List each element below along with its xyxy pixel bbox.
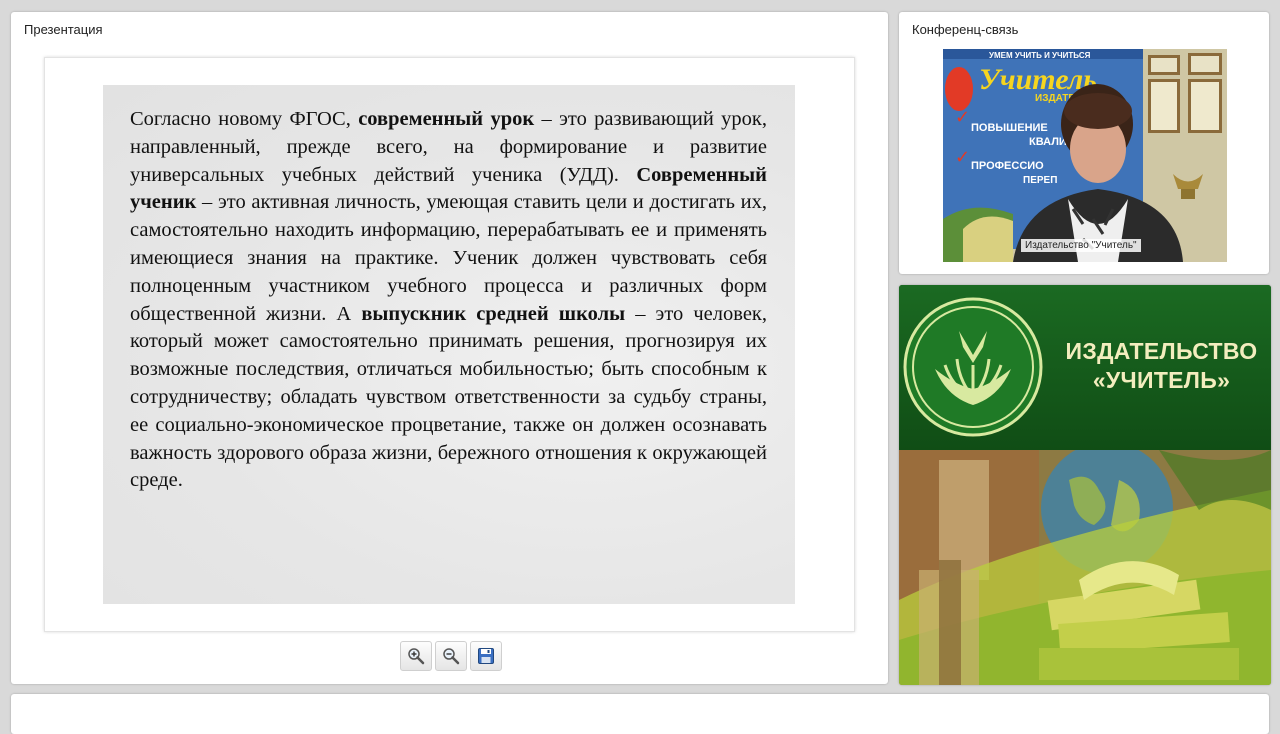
bottom-panel — [11, 694, 1269, 734]
slide-text: Согласно новому ФГОС, современный урок –… — [130, 106, 767, 495]
participant-label: Издательство "Учитель" — [1021, 239, 1141, 252]
zoom-in-icon — [408, 648, 425, 665]
slide-text-run: Согласно новому ФГОС, — [130, 108, 359, 130]
banner-header: ИЗДАТЕЛЬСТВО «УЧИТЕЛЬ» — [899, 285, 1271, 450]
svg-text:✓: ✓ — [955, 107, 970, 128]
banner-line2: «УЧИТЕЛЬ» — [1092, 367, 1231, 393]
conference-panel-title: Конференц-связь — [912, 22, 1019, 37]
publisher-logo-icon — [903, 297, 1043, 437]
banner-line1: ИЗДАТЕЛЬСТВО — [1065, 338, 1258, 364]
backdrop-item2: ПРОФЕССИО — [971, 160, 1044, 172]
backdrop-item2b: ПЕРЕП — [1023, 175, 1057, 186]
video-feed[interactable]: УМЕМ УЧИТЬ И УЧИТЬСЯ Учитель ИЗДАТЕ ✓ ПО… — [943, 49, 1227, 262]
slide-toolbar — [400, 641, 502, 671]
conference-panel: Конференц-связь УМЕМ УЧИТЬ И УЧИТЬСЯ Учи… — [899, 12, 1269, 274]
backdrop-top-line: УМЕМ УЧИТЬ И УЧИТЬСЯ — [989, 51, 1091, 60]
banner-title: ИЗДАТЕЛЬСТВО «УЧИТЕЛЬ» — [1059, 337, 1264, 395]
slide-text-bold: современный урок — [358, 108, 535, 130]
zoom-in-button[interactable] — [400, 641, 432, 671]
presentation-panel-title: Презентация — [24, 22, 103, 37]
slide-viewport[interactable]: Согласно новому ФГОС, современный урок –… — [44, 57, 855, 632]
banner-image — [899, 442, 1271, 685]
publisher-banner[interactable]: ИЗДАТЕЛЬСТВО «УЧИТЕЛЬ» — [899, 285, 1271, 685]
slide: Согласно новому ФГОС, современный урок –… — [103, 85, 795, 604]
books-globe-illustration — [899, 442, 1271, 685]
presentation-panel: Презентация Согласно новому ФГОС, соврем… — [11, 12, 888, 684]
svg-text:✓: ✓ — [955, 147, 970, 168]
floppy-disk-icon — [478, 648, 494, 664]
slide-text-bold: выпускник средней школы — [361, 302, 626, 325]
zoom-out-button[interactable] — [435, 641, 467, 671]
video-frame: УМЕМ УЧИТЬ И УЧИТЬСЯ Учитель ИЗДАТЕ ✓ ПО… — [943, 49, 1227, 262]
save-button[interactable] — [470, 641, 502, 671]
zoom-out-icon — [443, 648, 460, 665]
backdrop-item1: ПОВЫШЕНИЕ — [971, 122, 1048, 134]
slide-text-run: – это человек, который может самостоятел… — [130, 302, 768, 492]
